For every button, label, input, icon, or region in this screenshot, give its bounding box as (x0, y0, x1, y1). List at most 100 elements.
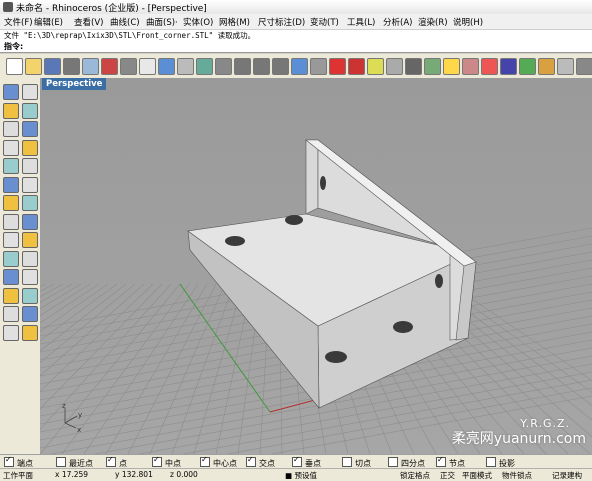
osnap-option[interactable]: 节点 (436, 455, 465, 468)
menu-item[interactable]: 尺寸标注(D) (258, 16, 305, 28)
undo-icon[interactable] (158, 58, 175, 75)
osnap-option[interactable]: 垂点 (292, 455, 321, 468)
cut-icon[interactable] (101, 58, 118, 75)
text-icon[interactable] (3, 306, 19, 322)
osnap-option[interactable]: 中点 (152, 455, 181, 468)
color-icon[interactable] (481, 58, 498, 75)
lightbulb-icon[interactable] (443, 58, 460, 75)
osnap-option[interactable]: 四分点 (388, 457, 425, 468)
polyline-icon[interactable] (3, 102, 19, 119)
osnap-option[interactable]: 切点 (342, 457, 371, 468)
light-icon[interactable] (367, 58, 384, 75)
array-icon[interactable] (22, 232, 38, 248)
status-record[interactable]: 记录建构 (552, 470, 582, 481)
cplane-icon[interactable] (386, 58, 403, 75)
extrude-icon[interactable] (22, 176, 38, 193)
perspective-viewport[interactable]: z y x Perspective Y.R.G.Z. 柔亮网yuanurn.co… (40, 78, 592, 454)
undo-view-icon[interactable] (291, 58, 308, 75)
status-planar[interactable]: 平面模式 (462, 470, 492, 481)
menu-item[interactable]: 渲染(R) (418, 16, 448, 28)
explode-icon[interactable] (22, 287, 38, 304)
boolean-icon[interactable] (22, 213, 38, 230)
osnap-checkbox[interactable] (152, 455, 162, 467)
more-icon[interactable] (576, 58, 592, 75)
menu-item[interactable]: 变动(T) (310, 16, 339, 28)
zoom-window-icon[interactable] (234, 58, 251, 75)
select-icon[interactable] (3, 84, 19, 100)
osnap-option[interactable]: 投影 (486, 457, 515, 468)
trim-icon[interactable] (3, 269, 19, 285)
point-icon[interactable] (22, 84, 38, 100)
transform-icon[interactable] (3, 232, 19, 248)
circle-icon[interactable] (3, 121, 19, 137)
render-icon[interactable] (500, 58, 517, 75)
osnap-checkbox[interactable] (106, 455, 116, 467)
osnap-option[interactable]: 端点 (4, 455, 33, 468)
osnap-checkbox[interactable] (486, 457, 496, 467)
osnap-checkbox[interactable] (342, 457, 352, 467)
sphere-icon[interactable] (22, 195, 38, 211)
point-icon[interactable] (405, 58, 422, 75)
fillet-icon[interactable] (22, 158, 38, 174)
lock-icon[interactable] (462, 58, 479, 75)
open-icon[interactable] (25, 58, 42, 75)
rotate-view-icon[interactable] (196, 58, 213, 75)
surface-icon[interactable] (3, 176, 19, 193)
menu-item[interactable]: 曲面(S)· (146, 16, 178, 28)
osnap-checkbox[interactable] (292, 455, 302, 467)
solid-tools-icon[interactable] (3, 213, 19, 230)
status-osnap[interactable]: 物件锁点 (502, 470, 532, 481)
osnap-option[interactable]: 交点 (246, 455, 275, 468)
box-icon[interactable] (3, 195, 19, 211)
osnap-option[interactable]: 点 (106, 455, 127, 468)
menu-item[interactable]: 实体(O) (183, 16, 213, 28)
split-icon[interactable] (22, 269, 38, 285)
dimension-icon[interactable] (22, 306, 38, 322)
group-icon[interactable] (3, 250, 19, 267)
osnap-option[interactable]: 中心点 (200, 455, 237, 468)
four-view-icon[interactable] (310, 58, 327, 75)
menu-item[interactable]: 编辑(E) (34, 16, 63, 28)
material-icon[interactable] (538, 58, 555, 75)
layer-icon[interactable] (424, 58, 441, 75)
curve-icon[interactable] (22, 102, 38, 119)
ellipse-icon[interactable] (3, 158, 19, 174)
new-icon[interactable] (6, 58, 23, 75)
mesh-icon[interactable] (22, 324, 38, 341)
menu-item[interactable]: 网格(M) (219, 16, 250, 28)
menu-item[interactable]: 工具(L) (347, 16, 375, 28)
osnap-option[interactable]: 最近点 (56, 457, 93, 468)
osnap-checkbox[interactable] (436, 455, 446, 467)
copy-icon[interactable] (120, 58, 137, 75)
polygon-icon[interactable] (22, 139, 38, 156)
osnap-checkbox[interactable] (388, 457, 398, 467)
save-icon[interactable] (44, 58, 61, 75)
osnap-checkbox[interactable] (4, 455, 14, 467)
zoom-icon[interactable] (215, 58, 232, 75)
grid-icon[interactable] (329, 58, 346, 75)
car-icon[interactable] (348, 58, 365, 75)
osnap-checkbox[interactable] (56, 457, 66, 467)
rectangle-icon[interactable] (3, 139, 19, 156)
status-ortho[interactable]: 正交 (440, 470, 455, 481)
print-icon[interactable] (63, 58, 80, 75)
menu-item[interactable]: 分析(A) (383, 16, 412, 28)
command-prompt[interactable]: 指令: (0, 41, 592, 53)
import-icon[interactable] (82, 58, 99, 75)
options-icon[interactable] (557, 58, 574, 75)
pan-icon[interactable] (177, 58, 194, 75)
paste-icon[interactable] (139, 58, 156, 75)
sphere-icon[interactable] (519, 58, 536, 75)
menu-item[interactable]: 查看(V) (74, 16, 103, 28)
viewport-canvas[interactable]: z y x (40, 78, 592, 454)
osnap-checkbox[interactable] (246, 455, 256, 467)
zoom-extents-icon[interactable] (253, 58, 270, 75)
status-grid-snap[interactable]: 锁定格点 (400, 470, 430, 481)
edit-points-icon[interactable] (22, 250, 38, 267)
zoom-selected-icon[interactable] (272, 58, 289, 75)
osnap-checkbox[interactable] (200, 455, 210, 467)
menu-item[interactable]: 曲线(C) (110, 16, 140, 28)
join-icon[interactable] (3, 287, 19, 304)
menu-item[interactable]: 文件(F) (4, 16, 33, 28)
menu-item[interactable]: 说明(H) (453, 16, 483, 28)
